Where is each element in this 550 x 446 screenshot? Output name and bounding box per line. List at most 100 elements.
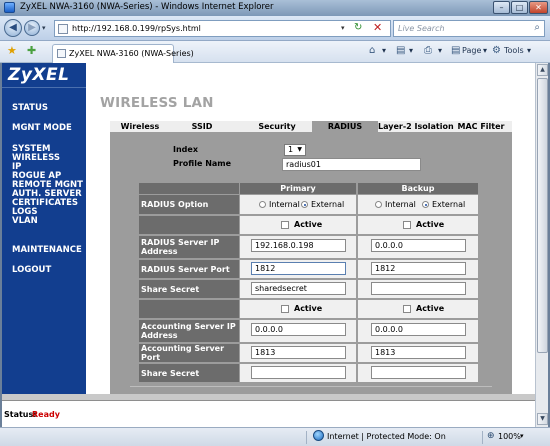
address-dropdown-icon[interactable]: ▾	[341, 24, 345, 32]
backup-external-radio[interactable]	[422, 201, 429, 208]
scroll-thumb[interactable]	[537, 78, 548, 353]
scroll-up-icon[interactable]: ▲	[537, 64, 548, 76]
backup-acct-port-input[interactable]: 1813	[371, 346, 466, 359]
status-frame: Status: Ready	[2, 394, 535, 427]
primary-acct-ip-input[interactable]: 0.0.0.0	[251, 323, 346, 336]
acct-active-row-label	[139, 300, 239, 318]
window-title: ZyXEL NWA-3160 (NWA-Series) - Windows In…	[20, 2, 274, 12]
primary-share-secret-input[interactable]: sharedsecret	[251, 282, 346, 295]
print-dropdown-icon[interactable]: ▾	[438, 46, 442, 55]
tools-dropdown-icon[interactable]: ▾	[527, 46, 531, 55]
zoom-icon[interactable]: ⊕	[487, 431, 495, 441]
home-icon[interactable]: ⌂	[369, 45, 375, 56]
primary-acct-active-checkbox[interactable]	[281, 305, 289, 313]
tab-radius[interactable]: RADIUS	[312, 121, 378, 132]
radius-option-label: RADIUS Option	[139, 195, 239, 214]
acct-port-label: Accounting Server Port	[139, 344, 239, 362]
primary-radius-ip-input[interactable]: 192.168.0.198	[251, 239, 346, 252]
page-menu-icon[interactable]: ▤	[451, 45, 460, 56]
zoom-dropdown-icon[interactable]: ▾	[520, 432, 524, 440]
page-menu-dropdown-icon[interactable]: ▾	[483, 46, 487, 55]
backup-active-checkbox[interactable]	[403, 221, 411, 229]
forward-button[interactable]: ▶	[24, 20, 40, 36]
refresh-icon[interactable]: ↻	[354, 22, 362, 33]
backup-radius-ip-input[interactable]: 0.0.0.0	[371, 239, 466, 252]
share-secret-label: Share Secret	[139, 280, 239, 298]
address-url[interactable]: http://192.168.0.199/rpSys.html	[72, 24, 201, 33]
primary-internal-radio[interactable]	[259, 201, 266, 208]
tab-mac-filter[interactable]: MAC Filter	[450, 121, 512, 132]
ie-icon	[4, 2, 15, 13]
address-bar[interactable]: http://192.168.0.199/rpSys.html ▾ ↻ ✕	[54, 20, 391, 37]
acct-ip-label: Accounting Server IP Address	[139, 320, 239, 342]
primary-external-radio[interactable]	[301, 201, 308, 208]
feeds-dropdown-icon[interactable]: ▾	[409, 46, 413, 55]
primary-internal-label: Internal	[269, 200, 300, 209]
nav-maintenance[interactable]: MAINTENANCE	[12, 246, 82, 255]
tab-layer2-isolation[interactable]: Layer-2 Isolation	[378, 121, 454, 132]
tab-ssid[interactable]: SSID	[182, 121, 222, 132]
page-title: WIRELESS LAN	[100, 95, 214, 111]
nav-logout[interactable]: LOGOUT	[12, 266, 51, 275]
backup-header: Backup	[358, 183, 478, 194]
search-placeholder[interactable]: Live Search	[398, 24, 445, 33]
backup-radius-port-input[interactable]: 1812	[371, 262, 466, 275]
tab-security[interactable]: Security	[242, 121, 312, 132]
primary-active-label: Active	[294, 220, 323, 229]
primary-active-checkbox[interactable]	[281, 221, 289, 229]
backup-active-label: Active	[416, 220, 445, 229]
security-zone[interactable]: Internet | Protected Mode: On	[327, 432, 446, 441]
active-row-label	[139, 216, 239, 234]
scroll-down-icon[interactable]: ▼	[537, 413, 548, 425]
tools-gear-icon[interactable]: ⚙	[492, 45, 501, 56]
tools-menu[interactable]: Tools	[504, 46, 524, 55]
backup-acct-active-checkbox[interactable]	[403, 305, 411, 313]
vertical-scrollbar[interactable]: ▲ ▼	[535, 63, 548, 427]
acct-share-secret-label: Share Secret	[139, 364, 239, 382]
index-select[interactable]: 1 ▼	[284, 144, 306, 156]
primary-acct-secret-input[interactable]	[251, 366, 346, 379]
backup-acct-active-label: Active	[416, 304, 445, 313]
profile-name-label: Profile Name	[173, 159, 232, 168]
tab-wireless[interactable]: Wireless	[116, 121, 164, 132]
history-dropdown-icon[interactable]: ▾	[42, 24, 46, 32]
primary-external-label: External	[311, 200, 345, 209]
back-button[interactable]: ◀	[4, 19, 22, 37]
backup-acct-secret-input[interactable]	[371, 366, 466, 379]
backup-acct-ip-input[interactable]: 0.0.0.0	[371, 323, 466, 336]
command-bar: ★ ✚ ZyXEL NWA-3160 (NWA-Series) ⌂ ▾ ▤ ▾ …	[0, 41, 550, 63]
maximize-button[interactable]: □	[511, 1, 528, 14]
zoom-level[interactable]: 100%	[498, 432, 521, 441]
backup-internal-label: Internal	[385, 200, 416, 209]
stop-icon[interactable]: ✕	[373, 21, 382, 34]
search-box[interactable]: Live Search ⌕	[393, 20, 545, 37]
table-corner-header	[139, 183, 239, 194]
status-separator	[482, 431, 483, 444]
primary-acct-port-input[interactable]: 1813	[251, 346, 346, 359]
print-icon[interactable]: ⎙	[424, 45, 432, 56]
index-value: 1	[288, 145, 294, 154]
globe-icon	[313, 430, 324, 441]
feeds-icon[interactable]: ▤	[396, 45, 405, 56]
primary-acct-active-label: Active	[294, 304, 323, 313]
search-icon[interactable]: ⌕	[534, 22, 540, 33]
browser-tab[interactable]: ZyXEL NWA-3160 (NWA-Series)	[52, 44, 194, 63]
nav-vlan[interactable]: VLAN	[12, 217, 38, 226]
nav-status[interactable]: STATUS	[12, 104, 48, 113]
nav-mgnt-mode[interactable]: MGNT MODE	[12, 124, 72, 133]
primary-header: Primary	[240, 183, 356, 194]
status-value: Ready	[32, 410, 60, 419]
close-button[interactable]: ✕	[529, 1, 548, 14]
home-dropdown-icon[interactable]: ▾	[382, 46, 386, 55]
favorites-star-icon[interactable]: ★	[7, 44, 17, 57]
page-menu[interactable]: Page	[462, 46, 481, 55]
profile-name-input[interactable]: radius01	[282, 158, 421, 171]
backup-share-secret-input[interactable]	[371, 282, 466, 295]
radius-port-label: RADIUS Server Port	[139, 260, 239, 278]
minimize-button[interactable]: –	[493, 1, 510, 14]
backup-internal-radio[interactable]	[375, 201, 382, 208]
primary-radius-port-input[interactable]: 1812	[251, 262, 346, 275]
add-favorites-icon[interactable]: ✚	[27, 44, 36, 57]
logo-divider	[2, 87, 86, 88]
backup-external-label: External	[432, 200, 466, 209]
